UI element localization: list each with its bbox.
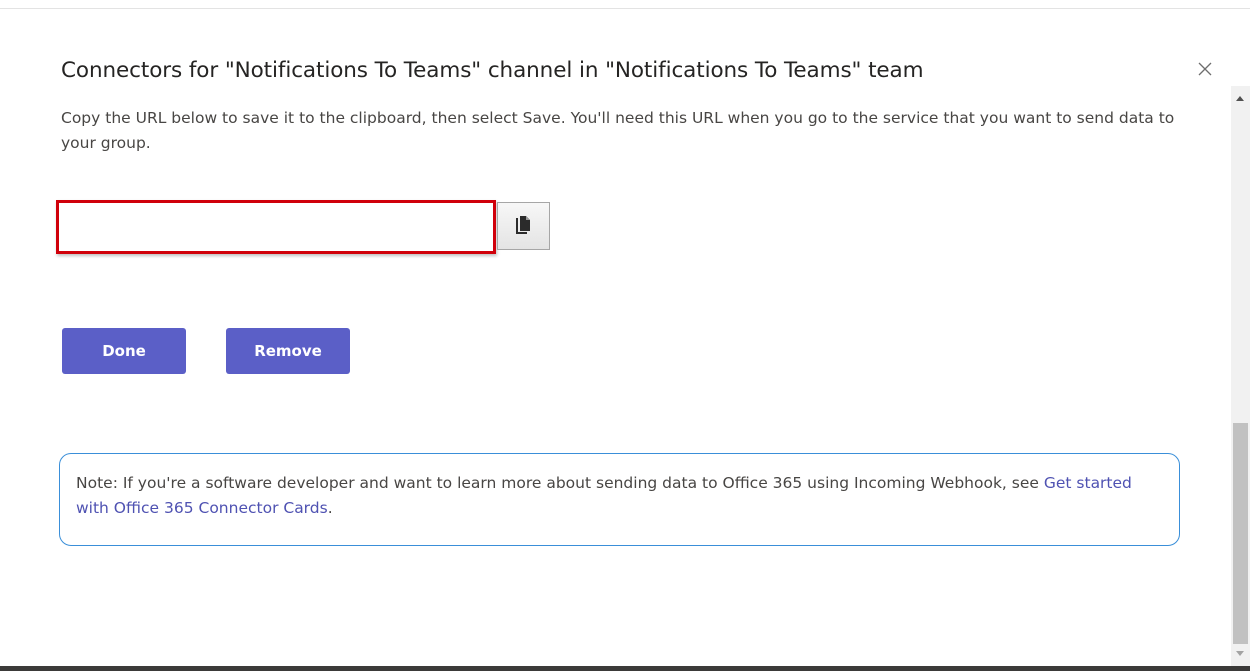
close-icon (1198, 62, 1212, 76)
note-trailing: . (327, 499, 333, 517)
developer-note: Note: If you're a software developer and… (59, 453, 1180, 546)
instructions-text: Copy the URL below to save it to the cli… (61, 109, 1175, 152)
top-divider (0, 8, 1250, 9)
note-text: Note: If you're a software developer and… (76, 474, 1044, 492)
scrollbar-thumb[interactable] (1233, 423, 1248, 644)
bottom-bar (0, 666, 1250, 671)
done-button[interactable]: Done (62, 328, 186, 374)
dialog-title: Connectors for "Notifications To Teams" … (61, 58, 924, 83)
copy-url-button[interactable] (497, 202, 550, 250)
copy-icon (516, 216, 530, 234)
remove-button[interactable]: Remove (226, 328, 350, 374)
connector-dialog: Connectors for "Notifications To Teams" … (0, 0, 1250, 671)
scroll-up-arrow-icon[interactable] (1236, 96, 1244, 101)
webhook-url-input[interactable] (56, 200, 496, 254)
scroll-down-arrow-icon[interactable] (1236, 651, 1244, 656)
dialog-content: Copy the URL below to save it to the cli… (0, 90, 1250, 666)
vertical-scrollbar[interactable] (1231, 86, 1250, 666)
close-button[interactable] (1193, 58, 1217, 82)
